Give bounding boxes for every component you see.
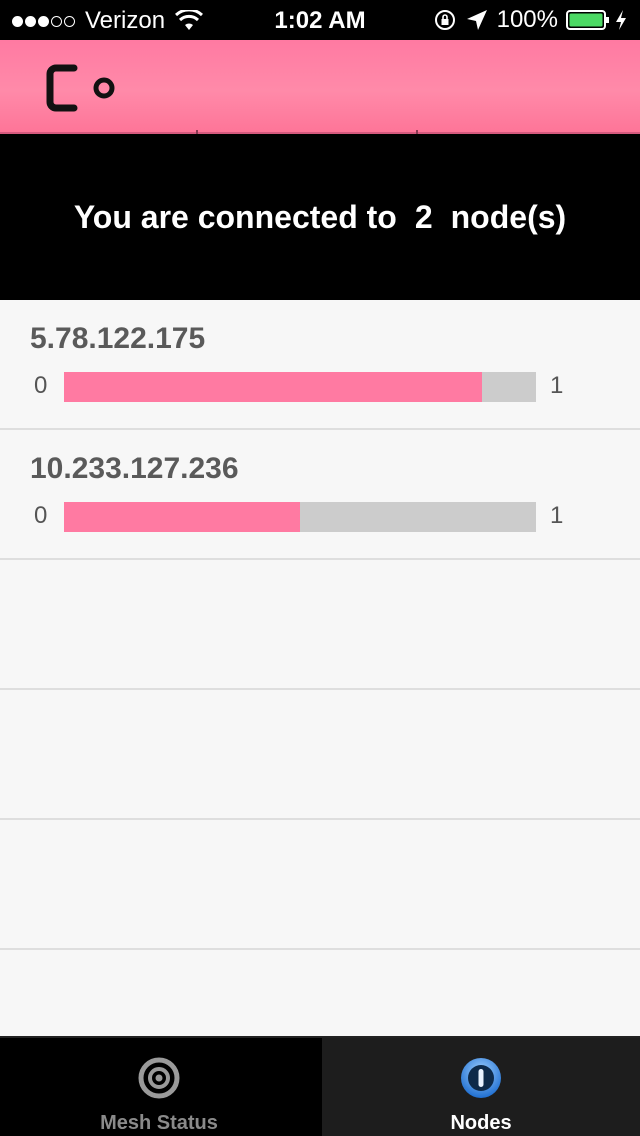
charging-bolt-icon bbox=[616, 10, 626, 30]
node-ip: 5.78.122.175 bbox=[30, 322, 206, 355]
bar-min-label: 0 bbox=[34, 502, 48, 529]
battery-icon bbox=[566, 10, 609, 30]
tab-label: Nodes bbox=[450, 1112, 512, 1134]
empty-list-item bbox=[0, 560, 640, 690]
tab-nodes[interactable]: Nodes bbox=[322, 1038, 640, 1136]
tab-bar: Mesh Status Nodes bbox=[0, 1036, 640, 1136]
list-item[interactable]: 10.233.127.236 0 1 bbox=[0, 430, 640, 560]
quality-bar bbox=[64, 372, 536, 402]
list-item[interactable]: 5.78.122.175 0 1 bbox=[0, 300, 640, 430]
quality-bar bbox=[64, 502, 536, 532]
app-header bbox=[0, 40, 640, 134]
empty-list-item bbox=[0, 820, 640, 950]
tab-label: Mesh Status bbox=[100, 1112, 218, 1134]
compass-icon bbox=[461, 1058, 501, 1098]
empty-list-item bbox=[0, 690, 640, 820]
status-bar: Verizon 1:02 AM 100% bbox=[0, 0, 640, 40]
node-ip: 10.233.127.236 bbox=[30, 452, 239, 485]
banner-prefix: You are connected to bbox=[73, 198, 397, 235]
node-list[interactable]: 5.78.122.175 0 1 10.233.127.236 0 1 bbox=[0, 300, 640, 1036]
quality-bar-fill bbox=[64, 372, 482, 402]
empty-list-item bbox=[0, 950, 640, 1036]
target-icon bbox=[138, 1057, 180, 1099]
bar-max-label: 1 bbox=[550, 372, 564, 399]
battery-percent: 100% bbox=[496, 6, 558, 33]
bar-max-label: 1 bbox=[550, 502, 564, 529]
location-arrow-icon bbox=[466, 10, 487, 30]
rotation-lock-icon bbox=[434, 10, 455, 30]
banner-suffix: node(s) bbox=[450, 198, 567, 235]
co-logo-icon bbox=[46, 64, 115, 112]
status-right: 100% bbox=[433, 6, 628, 34]
node-count: 2 bbox=[414, 198, 433, 235]
connection-banner: You are connected to 2 node(s) bbox=[0, 134, 640, 300]
tab-mesh-status[interactable]: Mesh Status bbox=[0, 1038, 318, 1136]
quality-bar-fill bbox=[64, 502, 300, 532]
bar-min-label: 0 bbox=[34, 372, 48, 399]
